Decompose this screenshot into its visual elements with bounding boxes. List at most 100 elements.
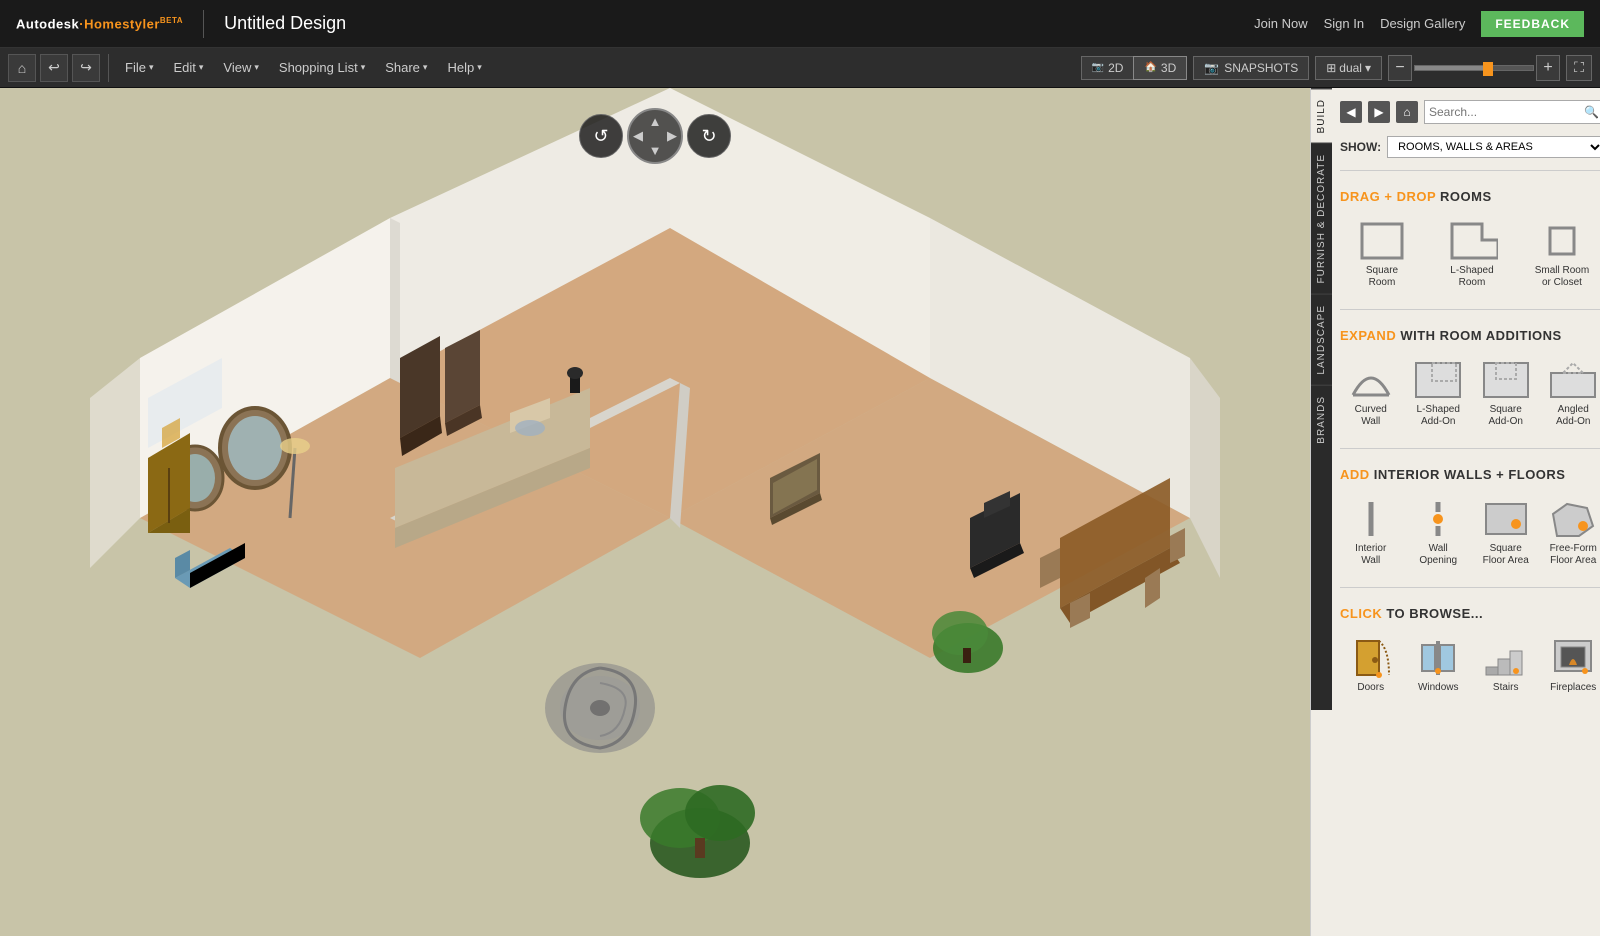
dual-view-button[interactable]: ⊞ dual ▾ (1315, 56, 1382, 80)
show-label: SHOW: (1340, 140, 1381, 154)
join-now-link[interactable]: Join Now (1254, 16, 1307, 31)
design-title: Untitled Design (224, 13, 346, 34)
panel-content: ◀ ▶ ⌂ 🔍 SHOW: ROOMS, WALLS & AREAS ALL R… (1332, 88, 1600, 710)
square-floor-area-item[interactable]: SquareFloor Area (1475, 494, 1536, 571)
panel-forward-button[interactable]: ▶ (1368, 101, 1390, 123)
square-room-item[interactable]: SquareRoom (1340, 216, 1424, 293)
search-icon[interactable]: 🔍 (1584, 105, 1599, 119)
wall-opening-icon (1412, 498, 1464, 540)
navigation-controls: ↺ ▲ ▼ ◀ ▶ ↻ (579, 108, 731, 164)
doors-label: Doors (1357, 682, 1384, 694)
dual-icon: ⊞ (1326, 61, 1336, 75)
view-3d-button[interactable]: 🏠 3D (1133, 56, 1187, 80)
panel-home-button[interactable]: ⌂ (1396, 101, 1418, 123)
edit-menu[interactable]: Edit ▾ (165, 56, 211, 79)
l-shaped-room-item[interactable]: L-ShapedRoom (1430, 216, 1514, 293)
top-right-actions: Join Now Sign In Design Gallery FEEDBACK (1254, 11, 1584, 37)
landscape-tab[interactable]: LANDSCAPE (1311, 294, 1332, 385)
panel-tabs-container: BUILD FURNISH & DECORATE LANDSCAPE BRAND… (1311, 88, 1600, 710)
autodesk-logo: Autodesk·HomestylerBETA (16, 16, 183, 31)
panel-top: ◀ ▶ ⌂ 🔍 (1340, 96, 1600, 128)
share-dropdown-arrow: ▾ (423, 62, 428, 73)
panel-divider-2 (1340, 309, 1600, 310)
rooms-grid: SquareRoom L-ShapedRoom (1340, 216, 1600, 293)
doors-icon (1345, 637, 1397, 679)
l-shaped-addon-icon (1412, 359, 1464, 401)
feedback-button[interactable]: FEEDBACK (1481, 11, 1584, 37)
shopping-list-menu[interactable]: Shopping List ▾ (271, 56, 373, 79)
file-menu[interactable]: File ▾ (117, 56, 161, 79)
3d-view-area[interactable]: ↺ ▲ ▼ ◀ ▶ ↻ (0, 88, 1310, 936)
browse-grid: Doors Windows (1340, 633, 1600, 698)
sign-in-link[interactable]: Sign In (1324, 16, 1364, 31)
interior-wall-icon (1345, 498, 1397, 540)
share-menu[interactable]: Share ▾ (377, 56, 435, 79)
snapshots-button[interactable]: 📷 SNAPSHOTS (1193, 56, 1309, 80)
design-gallery-link[interactable]: Design Gallery (1380, 16, 1465, 31)
free-form-floor-item[interactable]: Free-FormFloor Area (1542, 494, 1600, 571)
zoom-slider-track[interactable] (1414, 65, 1534, 71)
l-shaped-room-icon (1446, 220, 1498, 262)
curved-wall-item[interactable]: Curved Wall (1340, 355, 1401, 432)
zoom-minus-button[interactable]: − (1388, 55, 1412, 81)
main-content: ↺ ▲ ▼ ◀ ▶ ↻ (0, 88, 1600, 936)
small-room-icon (1536, 220, 1588, 262)
brands-tab[interactable]: BRANDS (1311, 385, 1332, 454)
zoom-plus-button[interactable]: + (1536, 55, 1560, 81)
redo-button[interactable]: ↪ (72, 54, 100, 82)
dual-dropdown-arrow: ▾ (1365, 61, 1371, 75)
right-panel: BUILD FURNISH & DECORATE LANDSCAPE BRAND… (1310, 88, 1600, 936)
square-floor-area-icon (1480, 498, 1532, 540)
pan-left-arrow[interactable]: ◀ (633, 128, 643, 144)
interior-wall-item[interactable]: InteriorWall (1340, 494, 1401, 571)
wall-opening-item[interactable]: WallOpening (1407, 494, 1468, 571)
orbit-right-button[interactable]: ↻ (687, 114, 731, 158)
small-room-item[interactable]: Small Roomor Closet (1520, 216, 1600, 293)
toolbar-separator (108, 54, 109, 82)
pan-control[interactable]: ▲ ▼ ◀ ▶ (627, 108, 683, 164)
fireplaces-label: Fireplaces (1550, 682, 1596, 694)
fireplaces-item[interactable]: Fireplaces (1542, 633, 1600, 698)
pan-right-arrow[interactable]: ▶ (667, 128, 677, 144)
panel-divider-1 (1340, 170, 1600, 171)
view-2d-button[interactable]: 📷 2D (1081, 56, 1134, 80)
orbit-left-button[interactable]: ↺ (579, 114, 623, 158)
click-browse-title: CLICK TO BROWSE... (1340, 606, 1600, 621)
home-button[interactable]: ⌂ (8, 54, 36, 82)
stairs-label: Stairs (1493, 682, 1519, 694)
furnish-decorate-tab[interactable]: FURNISH & DECORATE (1311, 143, 1332, 294)
search-input[interactable] (1429, 105, 1584, 119)
pan-down-arrow[interactable]: ▼ (649, 143, 662, 158)
square-floor-area-label: SquareFloor Area (1483, 543, 1529, 567)
room-additions-grid: Curved Wall L-ShapedAdd-On (1340, 355, 1600, 432)
build-tab[interactable]: BUILD (1311, 88, 1332, 143)
toolbar-right: 📷 2D 🏠 3D 📷 SNAPSHOTS ⊞ dual ▾ − + (1081, 55, 1592, 81)
small-room-label: Small Roomor Closet (1535, 265, 1589, 289)
file-dropdown-arrow: ▾ (149, 62, 154, 73)
doors-item[interactable]: Doors (1340, 633, 1401, 698)
square-room-icon (1356, 220, 1408, 262)
vertical-tabs: BUILD FURNISH & DECORATE LANDSCAPE BRAND… (1311, 88, 1332, 710)
view-menu[interactable]: View ▾ (215, 56, 266, 79)
l-shaped-addon-label: L-ShapedAdd-On (1417, 404, 1460, 428)
curved-wall-label: Curved Wall (1344, 404, 1397, 428)
angled-addon-item[interactable]: AngledAdd-On (1542, 355, 1600, 432)
zoom-slider-thumb[interactable] (1483, 62, 1493, 76)
help-menu[interactable]: Help ▾ (439, 56, 489, 79)
shopping-dropdown-arrow: ▾ (361, 62, 366, 73)
stairs-icon (1480, 637, 1532, 679)
drag-drop-rooms-title: DRAG + DROP ROOMS (1340, 189, 1600, 204)
wall-opening-label: WallOpening (1419, 543, 1457, 567)
stairs-item[interactable]: Stairs (1475, 633, 1536, 698)
square-addon-item[interactable]: SquareAdd-On (1475, 355, 1536, 432)
panel-back-button[interactable]: ◀ (1340, 101, 1362, 123)
l-shaped-addon-item[interactable]: L-ShapedAdd-On (1407, 355, 1468, 432)
panel-divider-3 (1340, 448, 1600, 449)
show-dropdown[interactable]: ROOMS, WALLS & AREAS ALL ROOMS ONLY (1387, 136, 1600, 158)
panel-search-field[interactable]: 🔍 (1424, 100, 1600, 124)
square-room-label: SquareRoom (1366, 265, 1398, 289)
pan-up-arrow[interactable]: ▲ (649, 114, 662, 129)
windows-item[interactable]: Windows (1407, 633, 1468, 698)
fullscreen-button[interactable]: ⛶ (1566, 55, 1592, 81)
undo-button[interactable]: ↩ (40, 54, 68, 82)
